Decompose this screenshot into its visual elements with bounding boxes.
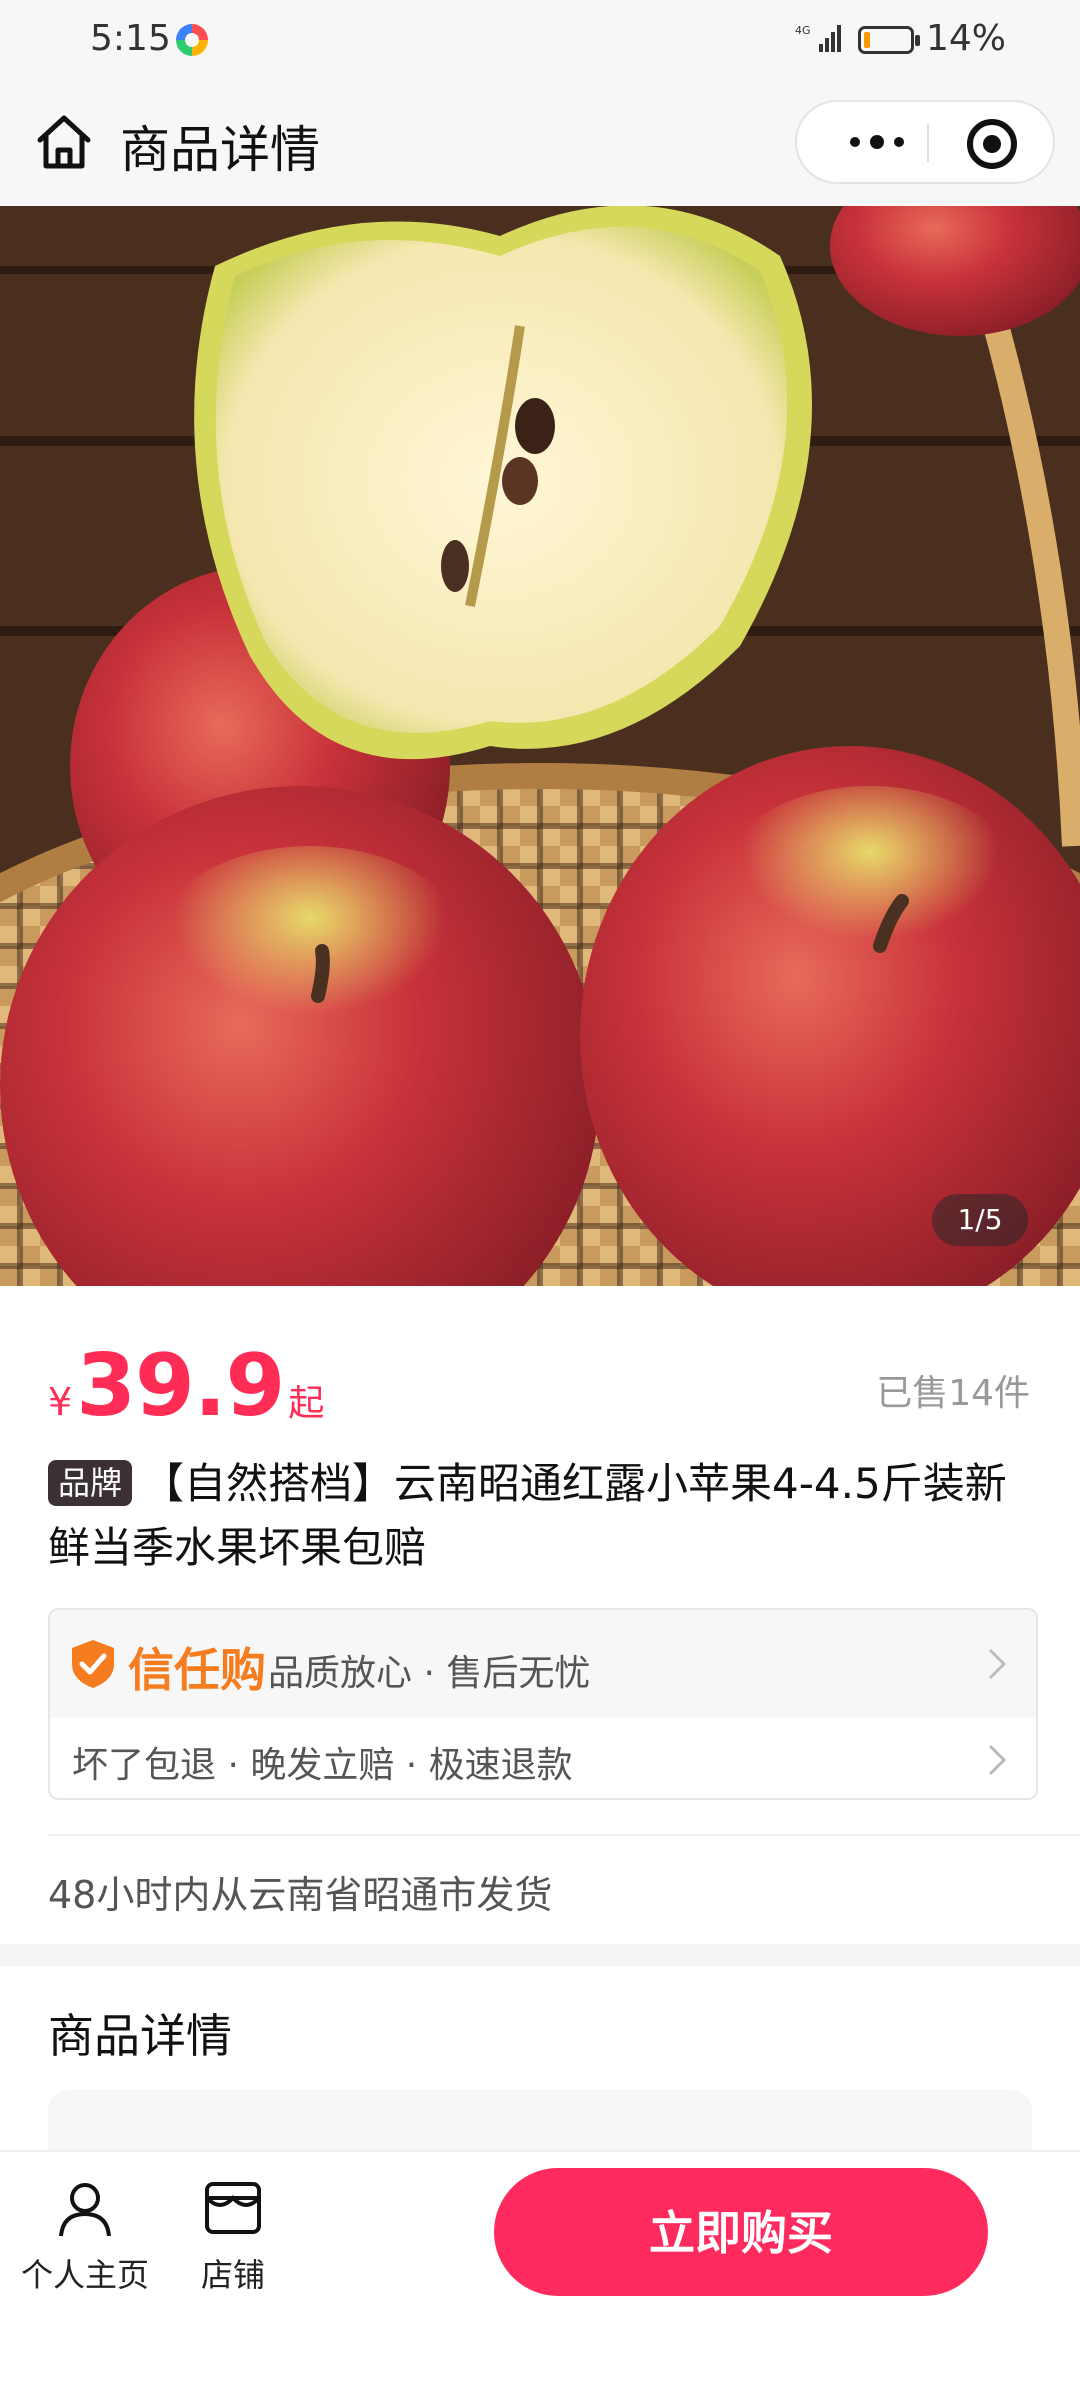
profile-tab[interactable]: 个人主页: [10, 2178, 160, 2294]
apple-photo: [0, 206, 1080, 1286]
sold-count: 已售14件: [876, 1373, 1030, 1414]
shield-check-icon: [72, 1640, 114, 1688]
product-title-text: 【自然搭档】云南昭通红露小苹果4-4.5斤装新鲜当季水果坏果包赔: [48, 1459, 1007, 1572]
buy-now-button[interactable]: 立即购买: [494, 2168, 988, 2296]
status-bar: 5:15 4G 14%: [0, 0, 1080, 80]
app-notification-icon: [176, 24, 208, 56]
target-close-icon[interactable]: [967, 119, 1017, 169]
detail-section-title: 商品详情: [48, 2009, 232, 2063]
shipping-info: 48小时内从云南省昭通市发货: [48, 1873, 553, 1917]
battery-icon: [858, 26, 920, 54]
image-counter: 1/5: [932, 1194, 1028, 1246]
price: ¥ 39.9 起: [48, 1336, 324, 1436]
bottom-action-bar: 个人主页 店铺 立即购买: [0, 2150, 1080, 2400]
capsule-divider: [927, 124, 929, 162]
page-title: 商品详情: [120, 121, 320, 179]
signal-icon: 4G: [795, 24, 841, 52]
profile-label: 个人主页: [20, 2256, 149, 2294]
home-icon[interactable]: [34, 112, 94, 172]
trust-line2: 坏了包退 · 晚发立赔 · 极速退款: [72, 1745, 573, 1786]
trust-row-refund[interactable]: 坏了包退 · 晚发立赔 · 极速退款: [50, 1718, 1036, 1798]
section-gap: [0, 1944, 1080, 1966]
price-row: ¥ 39.9 起 已售14件: [0, 1286, 1080, 1446]
battery-percent: 14%: [926, 18, 1007, 59]
chevron-right-icon: [988, 1648, 1007, 1680]
trust-brand: 信任购: [128, 1643, 266, 1697]
trust-line1: 品质放心 · 售后无忧: [268, 1653, 591, 1694]
product-image[interactable]: 1/5: [0, 206, 1080, 1286]
shop-tab[interactable]: 店铺: [158, 2178, 308, 2294]
nav-bar: 商品详情: [0, 80, 1080, 206]
price-suffix: 起: [288, 1383, 325, 1424]
divider: [48, 1834, 1080, 1836]
shop-label: 店铺: [200, 2256, 265, 2294]
svg-text:4G: 4G: [795, 24, 811, 37]
status-time: 5:15: [90, 18, 171, 59]
price-currency: ¥: [48, 1380, 73, 1424]
product-title: 品牌 【自然搭档】云南昭通红露小苹果4-4.5斤装新鲜当季水果坏果包赔: [48, 1452, 1038, 1580]
miniapp-capsule: [795, 100, 1055, 184]
price-amount: 39.9: [76, 1336, 285, 1436]
detail-content-area: [48, 2090, 1032, 2150]
more-dots-icon[interactable]: [827, 102, 927, 182]
shop-icon: [205, 2182, 261, 2234]
person-icon: [59, 2183, 111, 2237]
chevron-right-icon: [988, 1744, 1007, 1776]
brand-badge: 品牌: [48, 1460, 133, 1506]
trust-row-quality[interactable]: 信任购 品质放心 · 售后无忧: [50, 1610, 1036, 1718]
trust-guarantee-box: 信任购 品质放心 · 售后无忧 坏了包退 · 晚发立赔 · 极速退款: [48, 1608, 1038, 1800]
